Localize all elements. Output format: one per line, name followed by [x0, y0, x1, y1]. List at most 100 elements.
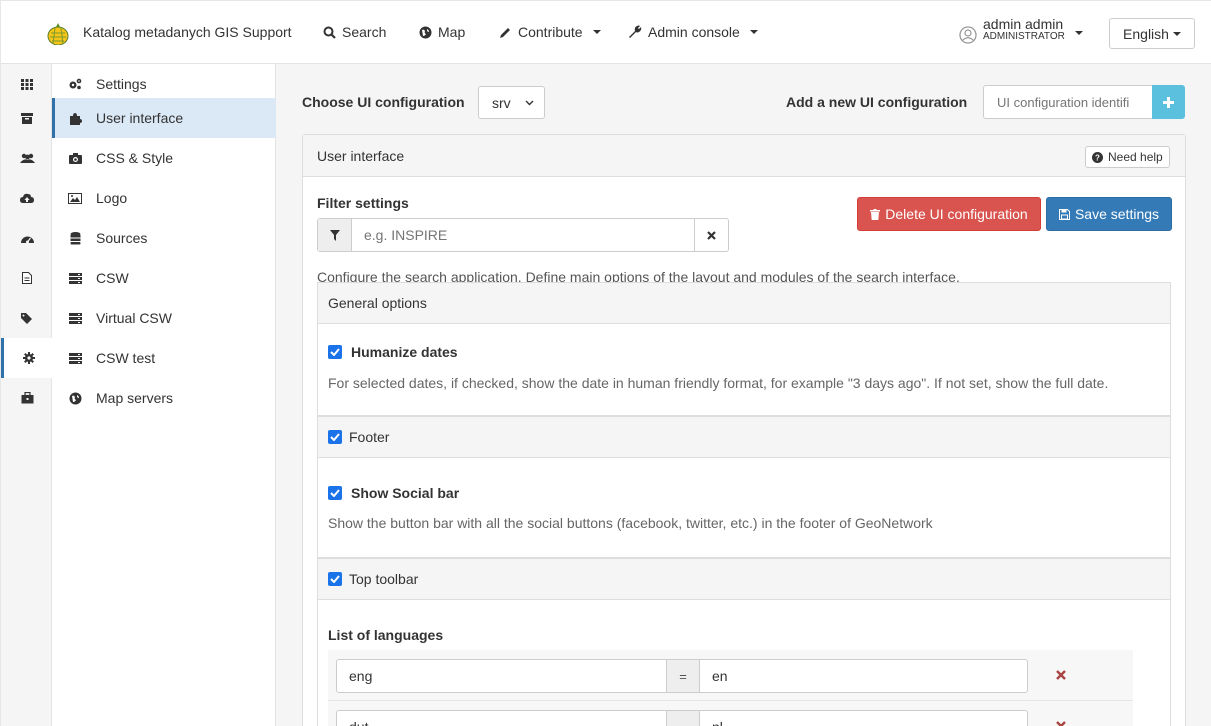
check-icon	[330, 348, 340, 356]
menu-item-css-style[interactable]: CSS & Style	[52, 138, 276, 178]
filter-icon	[329, 229, 340, 241]
menu-item-label: Logo	[96, 190, 128, 206]
need-help-label: Need help	[1108, 150, 1163, 164]
svg-text:?: ?	[1095, 153, 1100, 162]
section-title: Top toolbar	[349, 571, 419, 587]
language-label: English	[1123, 25, 1169, 42]
equals-sign: =	[679, 720, 687, 726]
puzzle-icon	[69, 112, 82, 125]
strip-reports[interactable]	[1, 258, 53, 298]
language-code-input[interactable]: eng	[336, 659, 667, 693]
checkbox-checked[interactable]	[328, 486, 342, 500]
language-dropdown[interactable]: English	[1109, 18, 1195, 49]
panel-header: User interface ? Need help	[303, 135, 1185, 177]
close-icon	[707, 230, 716, 240]
language-row: eng = en	[328, 650, 1133, 701]
file-icon	[22, 272, 32, 284]
strip-metadata[interactable]	[1, 98, 53, 138]
remove-language-button[interactable]	[1056, 718, 1066, 726]
nav-search[interactable]: Search	[323, 24, 386, 40]
show-social-bar-description: Show the button bar with all the social …	[328, 515, 933, 531]
equals-sign: =	[679, 668, 687, 684]
nav-contribute-label: Contribute	[518, 24, 583, 40]
toolbox-icon	[21, 392, 33, 404]
cloud-upload-icon	[20, 193, 34, 203]
delete-ui-config-button[interactable]: Delete UI configuration	[857, 197, 1041, 231]
save-settings-button[interactable]: Save settings	[1046, 197, 1172, 231]
trash-icon	[870, 208, 881, 220]
ui-settings-panel: User interface ? Need help Filter settin…	[302, 134, 1186, 726]
menu-item-label: Settings	[96, 76, 147, 92]
section-title: General options	[328, 295, 427, 311]
chevron-down-icon	[525, 100, 534, 105]
section-title: Footer	[349, 429, 390, 445]
show-social-bar-option[interactable]: Show Social bar	[328, 485, 459, 501]
check-icon	[330, 489, 340, 497]
need-help-button[interactable]: ? Need help	[1085, 146, 1170, 168]
gear-icon	[22, 352, 35, 364]
cogs-icon	[69, 78, 82, 90]
nav-admin-console[interactable]: Admin console	[628, 24, 758, 40]
check-icon	[330, 575, 340, 583]
users-icon	[19, 153, 35, 163]
list-of-languages-label: List of languages	[328, 627, 444, 643]
menu-item-label: Virtual CSW	[96, 310, 172, 326]
menu-item-map-servers[interactable]: Map servers	[52, 378, 276, 418]
menu-item-sources[interactable]: Sources	[52, 218, 276, 258]
checkbox-checked[interactable]	[328, 345, 342, 359]
menu-item-csw[interactable]: CSW	[52, 258, 276, 298]
check-icon	[330, 433, 340, 441]
checkbox-checked[interactable]	[328, 430, 342, 444]
strip-harvesting[interactable]	[1, 178, 53, 218]
main-content: Choose UI configuration srv Add a new UI…	[276, 64, 1211, 726]
language-value: en	[712, 668, 728, 684]
user-menu[interactable]: admin admin ADMINISTRATOR	[959, 17, 1083, 44]
filter-addon	[318, 219, 352, 251]
menu-item-user-interface[interactable]: User interface	[52, 98, 276, 138]
nav-map[interactable]: Map	[419, 24, 465, 40]
logo-icon[interactable]	[47, 21, 69, 45]
humanize-dates-option[interactable]: Humanize dates	[328, 344, 458, 360]
chevron-down-icon	[592, 30, 601, 34]
nav-contribute[interactable]: Contribute	[499, 24, 601, 40]
strip-classification[interactable]	[1, 298, 53, 338]
strip-tools[interactable]	[1, 378, 53, 418]
nav-search-label: Search	[342, 24, 387, 40]
globe-icon	[419, 26, 432, 38]
question-circle-icon: ?	[1092, 151, 1103, 163]
filter-settings-input[interactable]	[352, 219, 694, 251]
server-icon	[68, 352, 82, 364]
menu-item-csw-test[interactable]: CSW test	[52, 338, 276, 378]
globe-icon	[69, 392, 81, 404]
nav-map-label: Map	[438, 24, 466, 40]
ui-config-identifier-input[interactable]	[983, 85, 1153, 119]
show-social-bar-label: Show Social bar	[351, 485, 460, 501]
footer-section: Footer Show Social bar Show the button b…	[317, 416, 1171, 558]
plus-icon	[1163, 96, 1174, 108]
language-code-input[interactable]: dut	[336, 710, 667, 726]
remove-language-button[interactable]	[1056, 667, 1066, 684]
language-value: nl	[712, 719, 723, 726]
menu-item-virtual-csw[interactable]: Virtual CSW	[52, 298, 276, 338]
strip-settings[interactable]	[1, 338, 53, 378]
ui-config-select[interactable]: srv	[478, 86, 545, 119]
database-icon	[70, 231, 80, 244]
ui-config-value: srv	[492, 94, 511, 111]
top-toolbar-header[interactable]: Top toolbar	[318, 559, 1170, 600]
checkbox-checked[interactable]	[328, 572, 342, 586]
footer-header[interactable]: Footer	[318, 417, 1170, 458]
language-value-input[interactable]: nl	[699, 710, 1028, 726]
humanize-dates-description: For selected dates, if checked, show the…	[328, 375, 1109, 391]
menu-item-logo[interactable]: Logo	[52, 178, 276, 218]
add-config-button[interactable]	[1152, 85, 1185, 119]
tags-icon	[20, 312, 32, 324]
strip-statistics[interactable]	[1, 218, 53, 258]
strip-users[interactable]	[1, 138, 53, 178]
wrench-icon	[629, 25, 642, 38]
clear-filter-button[interactable]	[694, 219, 728, 251]
picture-icon	[68, 192, 82, 204]
user-name: admin admin	[983, 16, 1064, 32]
language-value-input[interactable]: en	[699, 659, 1028, 693]
dashboard-icon	[20, 236, 34, 243]
brand-link[interactable]: Katalog metadanych GIS Support	[83, 24, 292, 40]
